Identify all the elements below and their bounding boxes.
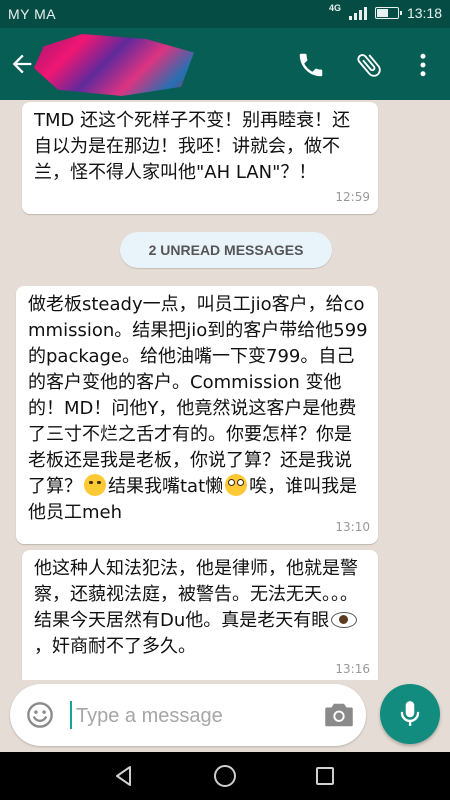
message-time: 12:59 — [335, 190, 370, 204]
clock: 13:18 — [406, 5, 442, 21]
flushed-face-icon — [225, 474, 248, 496]
message-input[interactable] — [74, 698, 318, 734]
message-text-part: 结果我嘴tat懒 — [108, 476, 224, 497]
message-bubble[interactable]: TMD 还这个死样子不变！别再睦衰！还自以为是在那边！我呸！讲就会，做不兰，怪不… — [22, 102, 378, 214]
nav-home-icon[interactable] — [213, 764, 237, 788]
system-nav-bar — [0, 752, 450, 800]
message-text-part: 做老板steady一点，叫员工jio客户，给commission。结果把jio到… — [28, 294, 368, 497]
message-time: 13:16 — [335, 662, 370, 676]
chat-header — [0, 28, 450, 100]
nav-back-icon[interactable] — [112, 764, 136, 788]
battery-icon — [374, 7, 402, 19]
paperclip-icon[interactable] — [354, 50, 384, 80]
network-type: 4G — [328, 3, 341, 13]
message-time: 13:10 — [335, 520, 370, 534]
message-text: 做老板steady一点，叫员工jio客户，给commission。结果把jio到… — [16, 286, 378, 526]
back-arrow-icon[interactable] — [8, 50, 36, 78]
chat-area[interactable]: TMD 还这个死样子不变！别再睦衰！还自以为是在那边！我呸！讲就会，做不兰，怪不… — [0, 100, 450, 680]
emoji-icon[interactable] — [26, 701, 54, 729]
status-bar: MY MA 4G 13:18 — [0, 0, 450, 28]
text-cursor — [70, 701, 72, 729]
message-text-part: 他这种人知法犯法，他是律师，他就是警察，还藐视法庭，被警告。无法无天。。。结果今… — [34, 558, 358, 631]
message-composer — [10, 684, 366, 746]
message-text-part: ，奸商耐不了多久。 — [34, 636, 196, 657]
message-bubble[interactable]: 他这种人知法犯法，他是律师，他就是警察，还藐视法庭，被警告。无法无天。。。结果今… — [22, 550, 378, 680]
mic-button[interactable] — [380, 684, 440, 744]
camera-icon[interactable] — [324, 702, 354, 728]
mic-icon — [400, 701, 420, 726]
carrier-name: MY MA — [8, 6, 57, 22]
status-icons: 4G 13:18 — [328, 3, 442, 21]
eye-icon — [331, 612, 358, 628]
nav-recents-icon[interactable] — [313, 764, 337, 788]
face-with-steam-icon — [84, 474, 106, 496]
redacted-contact-avatar[interactable] — [34, 34, 194, 96]
signal-icon — [348, 6, 367, 20]
phone-icon[interactable] — [296, 50, 326, 80]
unread-messages-divider: 2 UNREAD MESSAGES — [120, 232, 332, 268]
more-vert-icon[interactable] — [408, 50, 438, 80]
message-text: 他这种人知法犯法，他是律师，他就是警察，还藐视法庭，被警告。无法无天。。。结果今… — [22, 550, 378, 660]
message-text: TMD 还这个死样子不变！别再睦衰！还自以为是在那边！我呸！讲就会，做不兰，怪不… — [34, 110, 351, 183]
message-bubble[interactable]: 做老板steady一点，叫员工jio客户，给commission。结果把jio到… — [16, 286, 378, 544]
